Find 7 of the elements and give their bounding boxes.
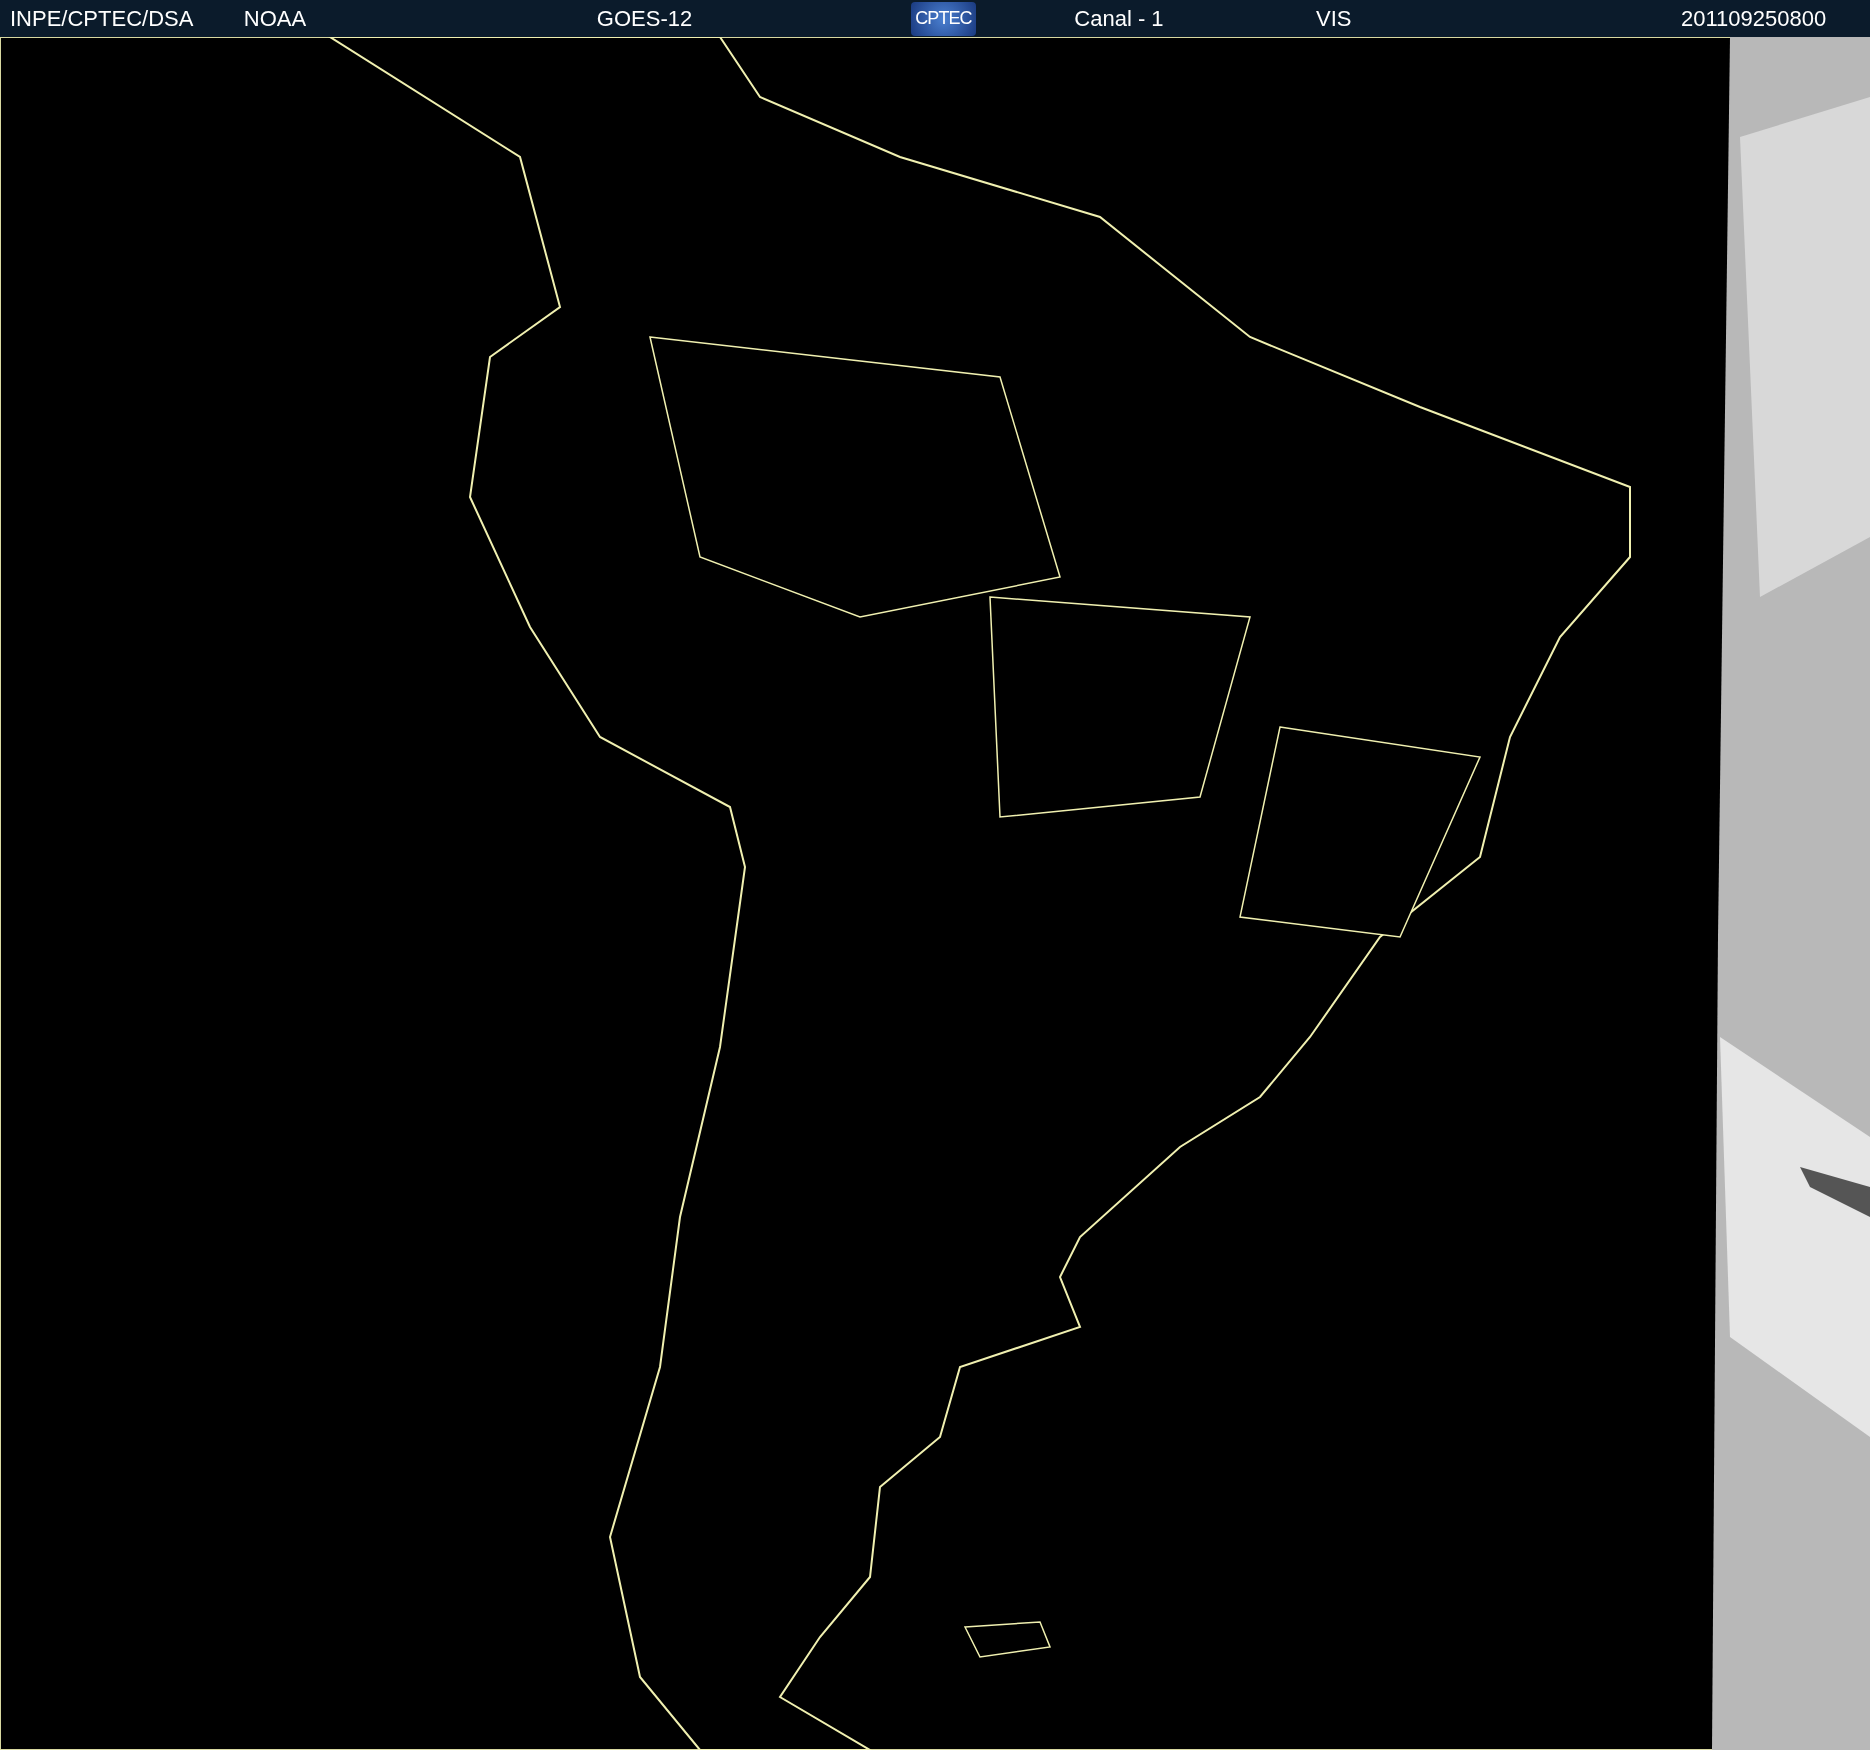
cptec-logo: CPTEC <box>911 1 976 36</box>
header-label: VIS <box>1316 7 1352 30</box>
header-label: Canal - 1 <box>1074 7 1164 30</box>
header-label: NOAA <box>243 7 307 30</box>
header-label: 201109250800 <box>1681 7 1827 30</box>
header-label: GOES-12 <box>596 7 693 30</box>
header-label: INPE/CPTEC/DSA <box>10 7 194 30</box>
